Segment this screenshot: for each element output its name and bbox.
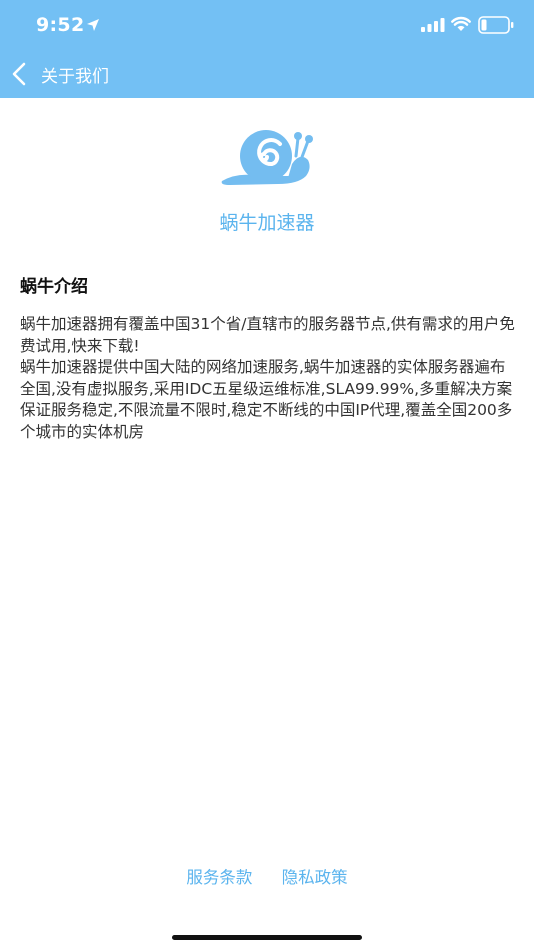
location-arrow-icon bbox=[87, 19, 99, 31]
status-time: 9:52 bbox=[36, 14, 85, 36]
battery-icon bbox=[478, 16, 514, 34]
intro-paragraph: 蜗牛加速器拥有覆盖中国31个省/直辖市的服务器节点,供有需求的用户免费试用,快来… bbox=[20, 315, 515, 355]
privacy-policy-link[interactable]: 隐私政策 bbox=[282, 864, 348, 888]
page-title: 关于我们 bbox=[41, 67, 109, 87]
header: 9:52 关于我们 bbox=[0, 0, 534, 98]
cellular-signal-icon bbox=[421, 18, 445, 32]
chevron-left-icon[interactable] bbox=[8, 60, 32, 88]
terms-of-service-link[interactable]: 服务条款 bbox=[186, 864, 252, 888]
footer-links: 服务条款 隐私政策 bbox=[0, 864, 534, 888]
intro-heading: 蜗牛介绍 bbox=[20, 277, 88, 297]
snail-logo-icon bbox=[221, 130, 313, 185]
nav-bar: 关于我们 bbox=[0, 50, 534, 98]
wifi-icon bbox=[451, 16, 471, 31]
home-indicator bbox=[172, 935, 362, 940]
status-bar: 9:52 bbox=[0, 0, 534, 50]
app-name: 蜗牛加速器 bbox=[219, 212, 315, 234]
intro-body: 蜗牛加速器拥有覆盖中国31个省/直辖市的服务器节点,供有需求的用户免费试用,快来… bbox=[20, 314, 518, 443]
intro-paragraph: 蜗牛加速器提供中国大陆的网络加速服务,蜗牛加速器的实体服务器遍布全国,没有虚拟服… bbox=[20, 358, 513, 441]
